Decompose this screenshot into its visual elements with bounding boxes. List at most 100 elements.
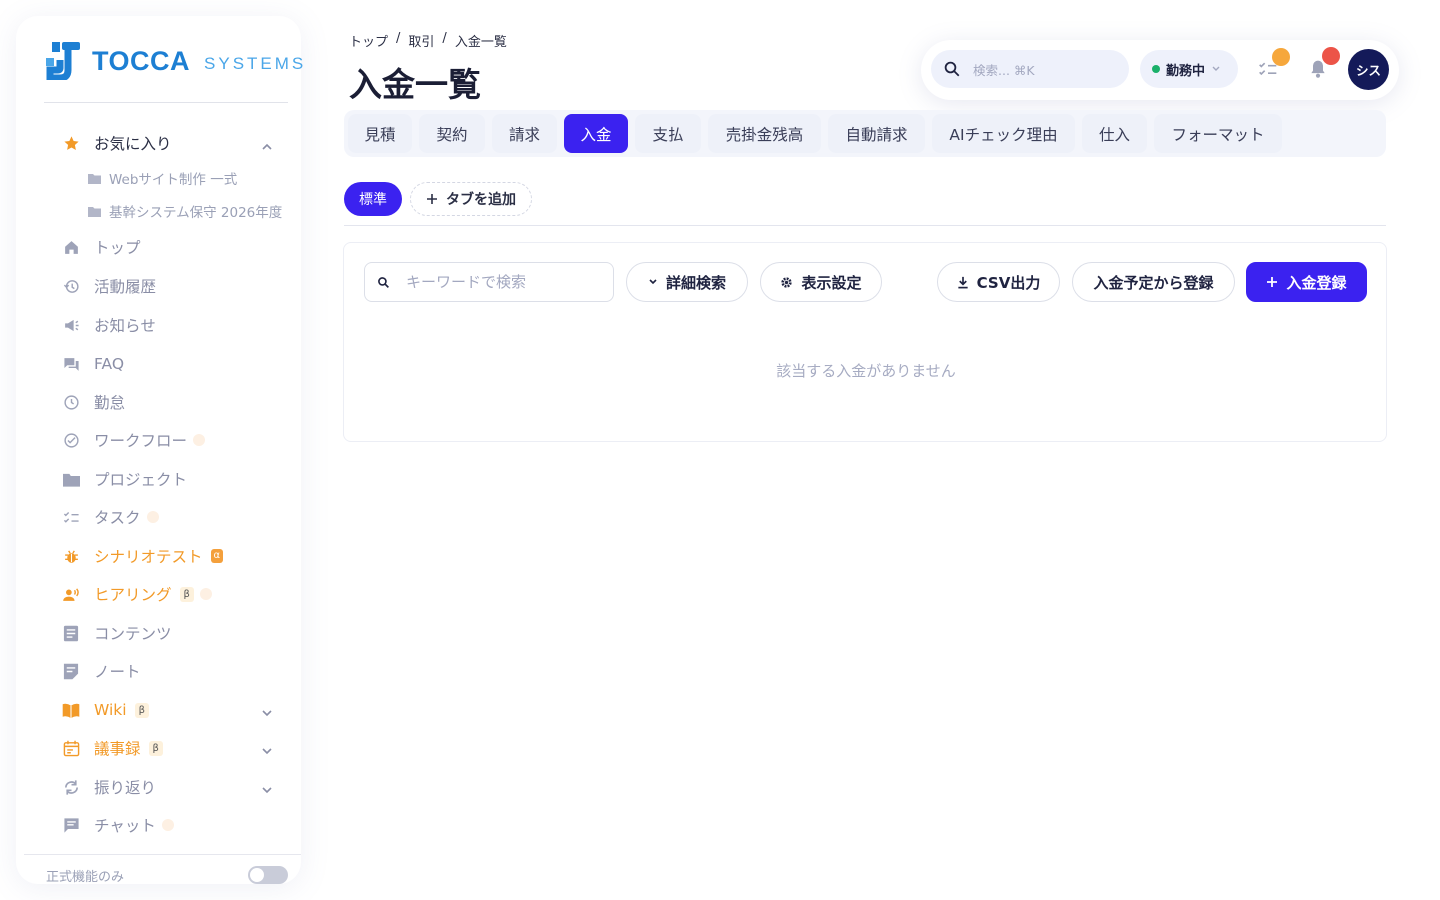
folder-icon bbox=[62, 470, 80, 488]
sidebar-item-favorites[interactable]: お気に入り bbox=[62, 128, 172, 158]
global-search[interactable]: 検索... ⌘K bbox=[931, 50, 1129, 88]
tab-invoice[interactable]: 請求 bbox=[492, 114, 557, 153]
tab-purchase[interactable]: 仕入 bbox=[1082, 114, 1147, 153]
sidebar-item-workflow[interactable]: ワークフロー bbox=[62, 425, 206, 455]
display-settings-label: 表示設定 bbox=[801, 273, 862, 292]
register-from-schedule-button[interactable]: 入金予定から登録 bbox=[1072, 262, 1235, 302]
sidebar-item-attendance[interactable]: 勤怠 bbox=[62, 387, 125, 417]
sidebar-item-task[interactable]: タスク bbox=[62, 502, 159, 532]
sidebar-item-label: シナリオテスト bbox=[94, 548, 203, 566]
alpha-badge: α bbox=[210, 549, 224, 563]
add-view-tab-label: タブを追加 bbox=[446, 192, 516, 208]
empty-state-message: 該当する入金がありません bbox=[776, 362, 956, 380]
sidebar-item-faq[interactable]: FAQ bbox=[62, 349, 124, 379]
view-tab-standard[interactable]: 標準 bbox=[344, 182, 402, 216]
sidebar-item-wiki[interactable]: Wiki β bbox=[62, 695, 149, 725]
favorite-item-label: Webサイト制作 一式 bbox=[109, 172, 238, 188]
sidebar-item-project[interactable]: プロジェクト bbox=[62, 464, 187, 494]
calendar-icon bbox=[62, 739, 80, 757]
display-settings-button[interactable]: 表示設定 bbox=[760, 262, 882, 302]
sidebar-item-chat[interactable]: チャット bbox=[62, 810, 174, 840]
favorite-item-label: 基幹システム保守 2026年度 bbox=[109, 205, 283, 221]
sidebar-item-activity[interactable]: 活動履歴 bbox=[62, 271, 156, 301]
sidebar-item-top[interactable]: トップ bbox=[62, 232, 141, 262]
chevron-down-icon[interactable] bbox=[260, 783, 274, 797]
official-only-toggle[interactable] bbox=[248, 866, 288, 884]
chat-icon bbox=[62, 816, 80, 834]
chevron-down-icon[interactable] bbox=[260, 744, 274, 758]
sidebar-item-scenario-test[interactable]: シナリオテスト α bbox=[62, 541, 224, 571]
brand-logo[interactable]: TOCCA SYSTEMS bbox=[46, 42, 306, 80]
tab-estimate[interactable]: 見積 bbox=[348, 114, 412, 153]
bell-notification-badge bbox=[1322, 47, 1340, 65]
brand-name: TOCCA bbox=[92, 45, 191, 76]
sidebar-item-label: ワークフロー bbox=[94, 432, 188, 450]
chat-bubbles-icon bbox=[62, 355, 80, 373]
sidebar-item-contents[interactable]: コンテンツ bbox=[62, 618, 172, 648]
tab-format[interactable]: フォーマット bbox=[1154, 114, 1282, 153]
advanced-search-button[interactable]: 詳細検索 bbox=[626, 262, 748, 302]
keyword-search[interactable] bbox=[364, 262, 614, 302]
indicator-dot bbox=[146, 511, 159, 523]
transaction-tabs: 見積 契約 請求 入金 支払 売掛金残高 自動請求 AIチェック理由 仕入 フォ… bbox=[344, 110, 1386, 157]
register-payment-label: 入金登録 bbox=[1286, 273, 1347, 292]
document-icon bbox=[62, 624, 80, 642]
chevron-down-icon[interactable] bbox=[260, 706, 274, 720]
beta-badge: β bbox=[134, 702, 149, 718]
history-icon bbox=[62, 277, 80, 295]
breadcrumb-item-current: 入金一覧 bbox=[454, 35, 507, 50]
work-status-dropdown[interactable]: 勤務中 bbox=[1140, 50, 1238, 88]
payment-list-card: 詳細検索 表示設定 CSV出力 入金予定から登録 入金登録 該当する入金がありま… bbox=[343, 242, 1387, 442]
tab-payment-received[interactable]: 入金 bbox=[564, 114, 628, 153]
indicator-dot bbox=[199, 588, 212, 600]
home-icon bbox=[62, 238, 80, 256]
tab-payment[interactable]: 支払 bbox=[635, 114, 701, 153]
page-title: 入金一覧 bbox=[349, 65, 481, 104]
check-circle-icon bbox=[62, 431, 80, 449]
tab-receivable-balance[interactable]: 売掛金残高 bbox=[708, 114, 821, 153]
breadcrumb-separator: / bbox=[396, 31, 401, 46]
sidebar-item-label: タスク bbox=[94, 509, 141, 527]
refresh-icon bbox=[62, 778, 80, 796]
tab-auto-invoice[interactable]: 自動請求 bbox=[828, 114, 925, 153]
sidebar-item-news[interactable]: お知らせ bbox=[62, 310, 156, 340]
breadcrumb-item-transactions[interactable]: 取引 bbox=[408, 31, 434, 50]
clock-icon bbox=[62, 393, 80, 411]
sidebar-divider bbox=[44, 102, 288, 103]
register-payment-button[interactable]: 入金登録 bbox=[1246, 262, 1367, 302]
favorite-item[interactable]: Webサイト制作 一式 bbox=[88, 166, 237, 190]
favorite-item[interactable]: 基幹システム保守 2026年度 bbox=[88, 199, 282, 223]
sidebar-item-label: ノート bbox=[94, 663, 141, 681]
breadcrumb-item-top[interactable]: トップ bbox=[349, 31, 388, 50]
avatar[interactable]: シス bbox=[1348, 49, 1389, 90]
indicator-dot bbox=[193, 434, 206, 446]
star-icon bbox=[62, 134, 80, 152]
tab-contract[interactable]: 契約 bbox=[419, 114, 485, 153]
sidebar-item-hearing[interactable]: ヒアリング β bbox=[62, 579, 212, 609]
csv-export-button[interactable]: CSV出力 bbox=[937, 262, 1060, 302]
task-notification-badge bbox=[1272, 48, 1290, 66]
checklist-icon bbox=[62, 508, 80, 526]
sidebar-item-label: コンテンツ bbox=[94, 625, 172, 643]
breadcrumb-separator: / bbox=[442, 31, 447, 46]
advanced-search-label: 詳細検索 bbox=[665, 273, 726, 292]
tab-ai-check-reason[interactable]: AIチェック理由 bbox=[932, 114, 1075, 153]
sidebar-item-label: 議事録 bbox=[94, 740, 141, 758]
add-view-tab-button[interactable]: タブを追加 bbox=[410, 182, 532, 216]
sidebar-item-note[interactable]: ノート bbox=[62, 656, 141, 686]
gear-icon bbox=[781, 276, 793, 288]
global-search-placeholder: 検索... ⌘K bbox=[973, 62, 1035, 78]
brand-suffix: SYSTEMS bbox=[204, 54, 307, 73]
plus-icon bbox=[427, 194, 437, 204]
keyword-search-input[interactable] bbox=[406, 273, 596, 291]
speaking-person-icon bbox=[62, 585, 80, 603]
sidebar-footer-divider bbox=[24, 854, 301, 855]
chevron-up-icon[interactable] bbox=[260, 140, 274, 154]
sidebar-item-retrospective[interactable]: 振り返り bbox=[62, 772, 156, 802]
sidebar-item-label: FAQ bbox=[94, 355, 125, 373]
bug-icon bbox=[62, 547, 80, 565]
official-only-label: 正式機能のみ bbox=[46, 870, 125, 885]
note-icon bbox=[62, 662, 80, 680]
search-icon bbox=[944, 61, 960, 77]
sidebar-item-minutes[interactable]: 議事録 β bbox=[62, 733, 163, 763]
